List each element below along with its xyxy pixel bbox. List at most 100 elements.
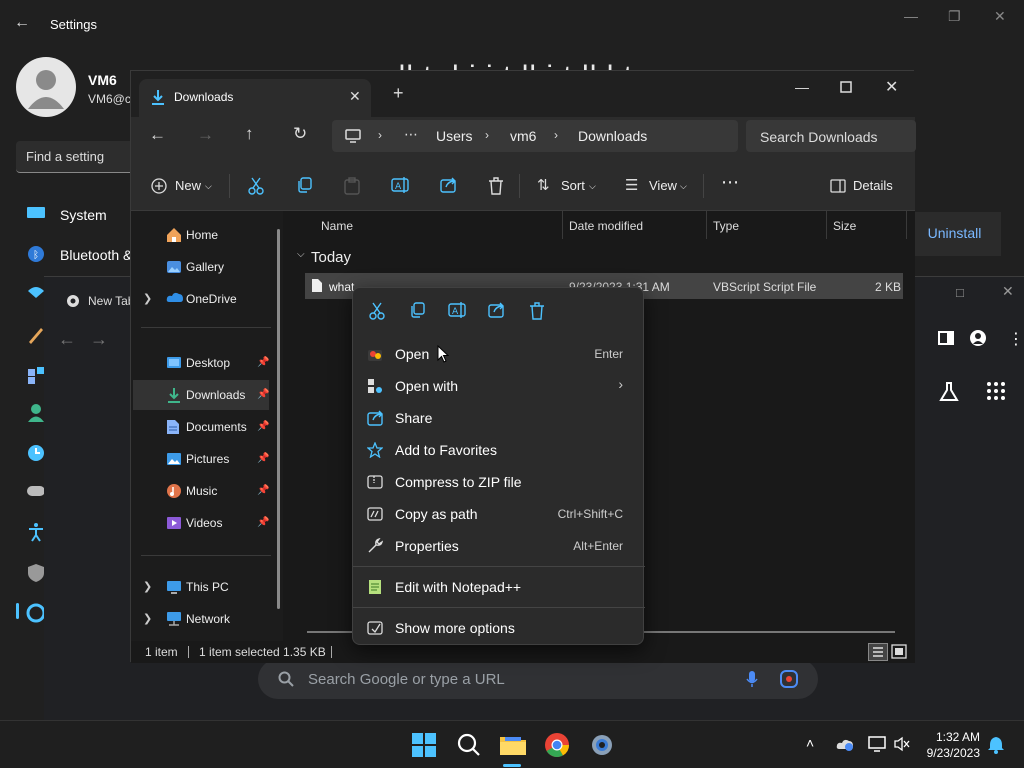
back-arrow-icon[interactable]: ←: [14, 14, 30, 32]
cut-icon[interactable]: [369, 302, 385, 320]
uninstall-button[interactable]: Uninstall: [908, 212, 1001, 256]
notification-bell-icon[interactable]: [988, 736, 1004, 754]
column-divider[interactable]: [706, 211, 707, 239]
column-divider[interactable]: [906, 211, 907, 239]
menu-item-share[interactable]: Share: [357, 402, 639, 434]
sidebar-item-videos[interactable]: Videos 📌: [133, 508, 269, 538]
copy-icon[interactable]: [409, 302, 425, 318]
up-icon[interactable]: ↑: [245, 124, 254, 144]
column-header-name[interactable]: Name: [321, 219, 353, 233]
lens-icon[interactable]: [780, 670, 798, 688]
menu-item-open[interactable]: Open Enter: [357, 338, 639, 370]
menu-item-properties[interactable]: Properties Alt+Enter: [357, 530, 639, 562]
chevron-right-icon[interactable]: ❯: [143, 612, 152, 625]
group-header[interactable]: Today: [311, 249, 351, 266]
minimize-icon[interactable]: —: [904, 8, 918, 24]
column-header-size[interactable]: Size: [833, 219, 856, 233]
delete-icon[interactable]: [488, 177, 504, 195]
tiles-view-icon[interactable]: [890, 643, 908, 661]
chrome-icon[interactable]: [544, 732, 570, 758]
close-icon[interactable]: ✕: [885, 77, 898, 97]
menu-item-show-more-options[interactable]: Show more options: [357, 612, 639, 644]
cut-icon[interactable]: [248, 177, 264, 195]
tab-close-icon[interactable]: ✕: [349, 88, 361, 105]
column-divider[interactable]: [562, 211, 563, 239]
column-divider[interactable]: [826, 211, 827, 239]
find-setting-input[interactable]: Find a setting: [16, 141, 136, 173]
minimize-icon[interactable]: —: [795, 79, 809, 95]
chevron-right-icon[interactable]: ❯: [143, 580, 152, 593]
profile-icon[interactable]: [969, 329, 987, 347]
breadcrumb-vm6[interactable]: vm6: [510, 128, 536, 144]
sidebar-item-music[interactable]: Music 📌: [133, 476, 269, 506]
details-view-icon[interactable]: [868, 643, 888, 661]
share-icon[interactable]: [440, 177, 458, 193]
chrome-menu-icon[interactable]: ⋮: [1008, 329, 1024, 349]
search-icon[interactable]: [457, 733, 481, 757]
file-explorer-icon[interactable]: [499, 731, 527, 757]
onedrive-tray-icon[interactable]: [836, 737, 854, 751]
delete-icon[interactable]: [529, 302, 545, 320]
address-bar[interactable]: › ⋯ Users › vm6 › Downloads: [332, 120, 738, 152]
chrome-forward-icon[interactable]: →: [90, 329, 108, 350]
sidebar-item-this-pc[interactable]: ❯ This PC: [133, 572, 269, 602]
volume-muted-icon[interactable]: [893, 736, 911, 752]
restore-icon[interactable]: ❐: [948, 8, 961, 25]
column-header-type[interactable]: Type: [713, 219, 739, 233]
rename-icon[interactable]: A: [448, 302, 466, 318]
omnibox[interactable]: Search Google or type a URL: [258, 659, 818, 699]
copy-icon[interactable]: [296, 177, 312, 193]
chrome-close-icon[interactable]: ✕: [1002, 283, 1014, 300]
refresh-icon[interactable]: ↻: [293, 124, 307, 144]
details-button[interactable]: Details: [853, 178, 893, 193]
sidebar-item-documents[interactable]: Documents 📌: [133, 412, 269, 442]
new-tab-icon[interactable]: +: [393, 83, 404, 104]
menu-item-add-to-favorites[interactable]: Add to Favorites: [357, 434, 639, 466]
chevron-down-icon[interactable]: ⌵: [297, 249, 305, 260]
chevron-right-icon[interactable]: ❯: [143, 292, 152, 305]
sidebar-item-downloads[interactable]: Downloads 📌: [133, 380, 269, 410]
menu-item-open-with[interactable]: Open with ›: [357, 370, 639, 402]
close-icon[interactable]: ✕: [994, 8, 1006, 25]
settings-gear-icon[interactable]: [589, 732, 615, 758]
see-more-icon[interactable]: ⋯: [721, 172, 739, 193]
sidebar-item-gallery[interactable]: Gallery: [133, 252, 269, 282]
tab-downloads[interactable]: Downloads ✕: [139, 79, 371, 117]
search-input[interactable]: Search Downloads: [746, 120, 916, 152]
monitor-tray-icon[interactable]: [868, 736, 886, 752]
labs-icon[interactable]: [938, 381, 960, 403]
new-button[interactable]: New: [175, 178, 201, 193]
back-icon[interactable]: ←: [149, 125, 166, 145]
menu-item-copy-as-path[interactable]: Copy as path Ctrl+Shift+C: [357, 498, 639, 530]
sidebar-scrollbar[interactable]: [277, 229, 280, 609]
menu-item-compress-zip[interactable]: Compress to ZIP file: [357, 466, 639, 498]
breadcrumb-users[interactable]: Users: [436, 128, 473, 144]
sidebar-item-desktop[interactable]: Desktop 📌: [133, 348, 269, 378]
rename-icon[interactable]: A: [391, 177, 409, 193]
sidebar-item-network[interactable]: ❯ Network: [133, 604, 269, 634]
maximize-icon[interactable]: [840, 81, 852, 93]
sidebar-item-pictures[interactable]: Pictures 📌: [133, 444, 269, 474]
sidepanel-icon[interactable]: [938, 331, 954, 345]
nav-item-system[interactable]: System: [60, 207, 107, 223]
more-paths-icon[interactable]: ⋯: [404, 126, 418, 143]
system-clock[interactable]: 1:32 AM 9/23/2023: [927, 729, 980, 761]
breadcrumb-downloads[interactable]: Downloads: [578, 128, 647, 144]
sort-button[interactable]: Sort: [561, 178, 585, 193]
view-button[interactable]: View: [649, 178, 677, 193]
chrome-restore-icon[interactable]: □: [956, 285, 964, 300]
apps-grid-icon[interactable]: [986, 381, 1006, 401]
sidebar-item-onedrive[interactable]: ❯ OneDrive: [133, 284, 269, 314]
voice-search-icon[interactable]: [746, 670, 758, 688]
start-icon[interactable]: [412, 733, 436, 757]
chrome-tab-new-tab[interactable]: New Tab: [88, 294, 134, 308]
sidebar-item-home[interactable]: Home: [133, 220, 269, 250]
chrome-back-icon[interactable]: ←: [58, 329, 76, 350]
paste-icon[interactable]: [344, 177, 360, 195]
menu-item-edit-notepadpp[interactable]: Edit with Notepad++: [357, 571, 639, 603]
share-icon[interactable]: [488, 302, 506, 318]
chevron-up-icon[interactable]: ˄: [806, 735, 814, 751]
nav-item-bluetooth[interactable]: Bluetooth &: [60, 247, 132, 263]
forward-icon[interactable]: →: [197, 125, 214, 145]
column-header-date[interactable]: Date modified: [569, 219, 643, 233]
